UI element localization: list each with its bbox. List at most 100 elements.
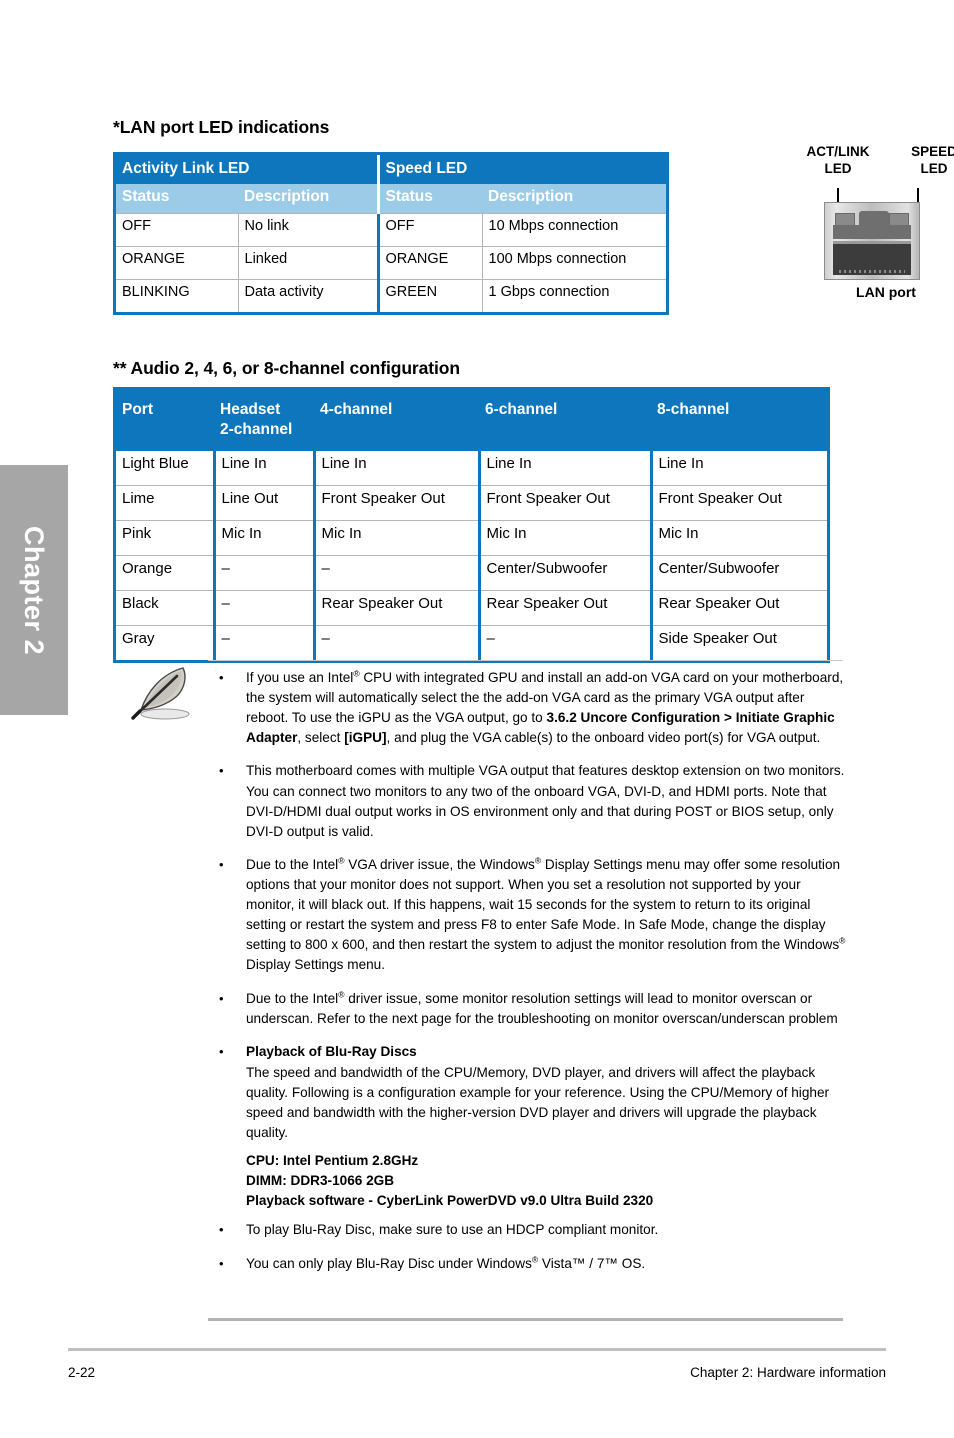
note-divider-bottom	[208, 1318, 843, 1321]
table-row: ORANGE Linked ORANGE 100 Mbps connection	[116, 245, 666, 280]
table-row: OFF No link OFF 10 Mbps connection	[116, 212, 666, 247]
audio-cell: Rear Speaker Out	[312, 590, 479, 626]
audio-cell: Mic In	[477, 520, 651, 556]
lan-cell: 10 Mbps connection	[481, 212, 666, 247]
bullet-glyph: •	[219, 670, 224, 685]
table-row: Lime Line Out Front Speaker Out Front Sp…	[116, 485, 827, 521]
audio-cell: Line In	[649, 451, 827, 486]
bullet-glyph: •	[219, 990, 224, 1006]
lan-group-header-speed: Speed LED	[376, 155, 666, 185]
audio-cell: –	[212, 555, 314, 591]
table-row: Pink Mic In Mic In Mic In Mic In	[116, 520, 827, 556]
audio-cell: Orange	[116, 555, 214, 591]
spec-playback-software: Playback software - CyberLink PowerDVD v…	[246, 1192, 654, 1208]
lan-cell: 100 Mbps connection	[481, 245, 666, 280]
lan-port-caption: LAN port	[856, 284, 916, 300]
audio-cell: Rear Speaker Out	[477, 590, 651, 626]
audio-cell: –	[477, 625, 651, 661]
page-footer: 2-22 Chapter 2: Hardware information	[68, 1365, 886, 1380]
audio-cell: –	[212, 625, 314, 661]
audio-header-6channel: 6-channel	[479, 390, 651, 452]
list-item: • To play Blu-Ray Disc, make sure to use…	[208, 1220, 848, 1240]
bullet-glyph: •	[219, 1222, 224, 1238]
audio-cell: Gray	[116, 625, 214, 661]
audio-cell: –	[312, 625, 479, 661]
lan-cell: Data activity	[237, 278, 378, 312]
chapter-tab-label: Chapter 2	[19, 525, 50, 655]
note-vga-driver: Due to the Intel® VGA driver issue, the …	[246, 855, 846, 973]
lan-subheader-description-2: Description	[482, 184, 666, 214]
list-item: • This motherboard comes with multiple V…	[208, 761, 848, 841]
lan-cell: GREEN	[376, 278, 482, 312]
note-multi-vga: This motherboard comes with multiple VGA…	[246, 763, 845, 839]
audio-cell: Line In	[477, 451, 651, 486]
list-item: • Playback of Blu-Ray Discs The speed and…	[208, 1042, 848, 1144]
note-divider-top	[208, 660, 843, 661]
audio-header-port: Port	[116, 390, 214, 452]
footer-chapter-label: Chapter 2: Hardware information	[690, 1365, 886, 1380]
audio-cell: Line In	[312, 451, 479, 486]
audio-cell: Mic In	[649, 520, 827, 556]
lan-section-title: *LAN port LED indications	[113, 117, 330, 137]
audio-table-header-row: Port Headset 2-channel 4-channel 6-chann…	[116, 390, 827, 452]
audio-cell: –	[212, 590, 314, 626]
lan-subheader-description-1: Description	[238, 184, 378, 214]
lan-cell: ORANGE	[116, 245, 238, 280]
list-item: • You can only play Blu-Ray Disc under W…	[208, 1254, 848, 1274]
audio-cell: Rear Speaker Out	[649, 590, 827, 626]
chapter-side-tab: Chapter 2	[0, 465, 68, 715]
rj45-slot	[833, 225, 911, 239]
footer-page-number: 2-22	[68, 1365, 96, 1380]
audio-cell: Light Blue	[122, 455, 189, 473]
bullet-glyph: •	[219, 763, 224, 779]
lan-subheader-status-2: Status	[376, 184, 482, 214]
bullet-glyph: •	[219, 1255, 224, 1271]
speed-led-label: SPEED LED	[911, 144, 954, 176]
audio-header-8channel: 8-channel	[651, 390, 827, 452]
rj45-cavity	[833, 241, 911, 275]
playback-spec-block: CPU: Intel Pentium 2.8GHz DIMM: DDR3-106…	[246, 1151, 848, 1210]
audio-cell: Line In	[212, 451, 314, 486]
audio-cell: Front Speaker Out	[477, 485, 651, 521]
rj45-pins	[839, 270, 905, 273]
spec-cpu: CPU: Intel Pentium 2.8GHz	[246, 1153, 419, 1169]
audio-cell: Front Speaker Out	[312, 485, 479, 521]
rj45-port-inner	[833, 209, 911, 275]
audio-cell: Black	[116, 590, 214, 626]
lan-subheader-status-1: Status	[116, 184, 238, 214]
audio-cell: Front Speaker Out	[649, 485, 827, 521]
lan-port-diagram: ACT/LINK LED SPEED LED LAN port	[796, 144, 954, 324]
lan-table-subheader-row: Status Description Status Description	[116, 184, 666, 214]
page-content: *LAN port LED indications Activity Link …	[113, 0, 954, 1438]
note-os: You can only play Blu-Ray Disc under Win…	[246, 1253, 646, 1271]
note-overscan: Due to the Intel® driver issue, some mon…	[246, 989, 838, 1026]
act-link-led-label: ACT/LINK LED	[806, 144, 870, 176]
audio-cell: Mic In	[212, 520, 314, 556]
note-igpu: If you use an Intel® CPU with integrated…	[246, 668, 844, 746]
audio-cell: Side Speaker Out	[649, 625, 827, 661]
list-item: • Due to the Intel® driver issue, some m…	[208, 989, 848, 1029]
lan-cell: ORANGE	[376, 245, 482, 280]
note-quill-icon	[121, 662, 197, 724]
audio-cell: Lime	[116, 485, 214, 521]
audio-section-title: ** Audio 2, 4, 6, or 8-channel configura…	[113, 358, 460, 378]
table-row: Orange – – Center/Subwoofer Center/Subwo…	[116, 555, 827, 591]
table-row: Gray – – – Side Speaker Out	[116, 625, 827, 661]
table-row: BLINKING Data activity GREEN 1 Gbps conn…	[116, 278, 666, 312]
audio-cell: Mic In	[312, 520, 479, 556]
rj45-port-icon	[824, 202, 920, 280]
note-bluray: Playback of Blu-Ray Discs The speed and b…	[246, 1043, 830, 1141]
lan-cell: OFF	[376, 212, 482, 247]
footer-divider	[68, 1348, 886, 1351]
lan-cell: 1 Gbps connection	[481, 278, 666, 312]
note-hdcp: To play Blu-Ray Disc, make sure to use a…	[246, 1222, 659, 1238]
lan-cell: OFF	[116, 212, 238, 247]
bullet-glyph: •	[219, 1043, 224, 1059]
list-item: • Due to the Intel® VGA driver issue, th…	[208, 855, 848, 976]
bullet-glyph: •	[219, 856, 224, 872]
audio-header-headset-2channel: Headset 2-channel	[214, 390, 314, 452]
audio-header-4channel: 4-channel	[314, 390, 479, 452]
lan-led-label-row: ACT/LINK LED SPEED LED	[796, 144, 954, 178]
table-row: Black – Rear Speaker Out Rear Speaker Ou…	[116, 590, 827, 626]
list-item: • If you use an Intel® CPU with integrat…	[208, 668, 848, 748]
